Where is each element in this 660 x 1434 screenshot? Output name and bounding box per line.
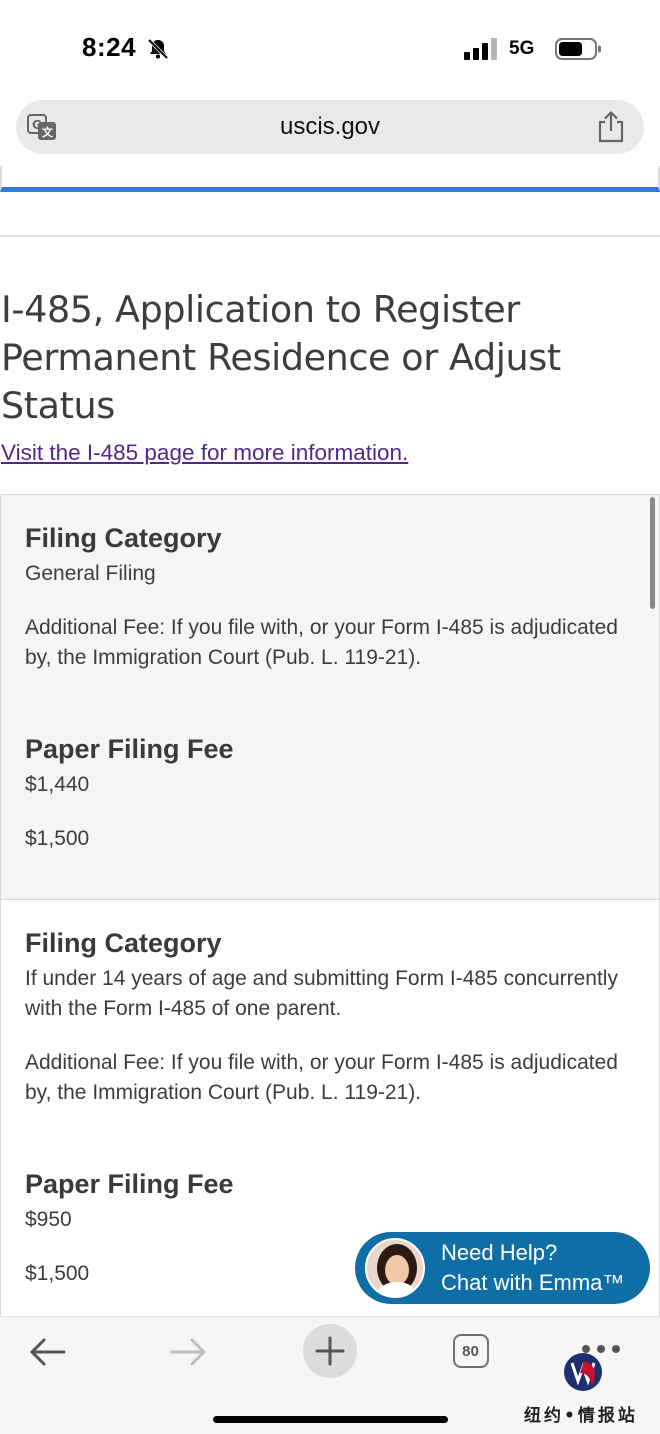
new-tab-button[interactable] — [303, 1324, 357, 1378]
i485-info-link[interactable]: Visit the I-485 page for more informatio… — [1, 440, 408, 466]
status-bar: 8:24 5G — [0, 0, 660, 96]
status-time: 8:24 — [82, 32, 137, 62]
chat-line-emma: Chat with Emma™ — [441, 1270, 625, 1295]
address-bar[interactable]: G 文 uscis.gov — [16, 100, 644, 154]
cellular-signal-icon — [464, 38, 497, 60]
chat-with-emma-button[interactable]: Need Help? Chat with Emma™ — [355, 1232, 650, 1304]
previous-section-edge — [0, 166, 660, 192]
watermark-text: 纽约•情报站 — [524, 1406, 638, 1426]
filing-category-heading: Filing Category — [25, 928, 222, 958]
fee-card-general: Filing Category General Filing Additiona… — [0, 494, 660, 900]
share-icon[interactable] — [596, 110, 626, 144]
chat-line-need-help: Need Help? — [441, 1240, 558, 1265]
additional-fee-note: Additional Fee: If you file with, or you… — [25, 616, 618, 669]
plus-icon — [315, 1336, 345, 1366]
network-type: 5G — [509, 38, 535, 59]
additional-fee-value: $1,500 — [25, 827, 90, 850]
url-text[interactable]: uscis.gov — [16, 113, 644, 141]
home-indicator[interactable] — [213, 1416, 448, 1423]
filing-category-value: General Filing — [25, 562, 156, 585]
paper-filing-fee-heading: Paper Filing Fee — [25, 1169, 234, 1199]
filing-category-heading: Filing Category — [25, 523, 222, 553]
additional-fee-note: Additional Fee: If you file with, or you… — [25, 1051, 618, 1104]
scroll-indicator[interactable] — [650, 497, 655, 609]
filing-category-value: If under 14 years of age and submitting … — [25, 967, 618, 1020]
tab-count: 80 — [462, 1343, 479, 1360]
watermark-logo-icon — [564, 1353, 602, 1391]
browser-toolbar: 80 纽约•情报站 — [0, 1316, 660, 1434]
paper-filing-fee-value: $1,440 — [25, 773, 90, 796]
paper-filing-fee-heading: Paper Filing Fee — [25, 734, 234, 764]
paper-filing-fee-value: $950 — [25, 1208, 72, 1231]
tabs-button[interactable]: 80 — [453, 1334, 489, 1368]
emma-avatar — [365, 1238, 425, 1298]
person-avatar-icon — [367, 1240, 423, 1296]
page-title: I-485, Application to Register Permanent… — [1, 288, 561, 427]
forward-arrow-icon[interactable] — [168, 1335, 208, 1369]
back-arrow-icon[interactable] — [28, 1335, 68, 1369]
section-divider — [0, 235, 660, 237]
battery-icon — [555, 38, 601, 60]
bell-slash-icon — [147, 38, 169, 60]
